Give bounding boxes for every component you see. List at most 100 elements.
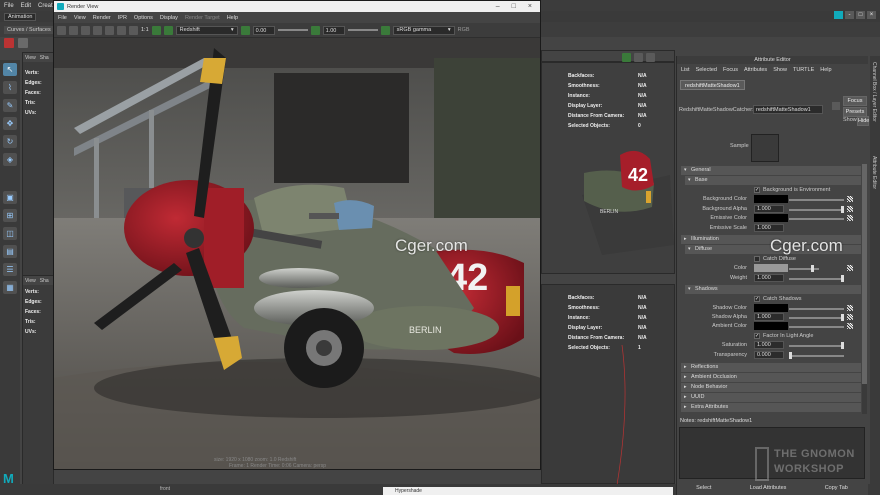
saturation-field[interactable]: 1.000 <box>754 341 784 349</box>
bg-alpha-map-icon[interactable] <box>847 206 853 212</box>
ae-menu-selected[interactable]: Selected <box>696 67 717 73</box>
ae-menu-help[interactable]: Help <box>820 67 831 73</box>
diffuse-color-swatch[interactable] <box>754 264 788 272</box>
refresh-icon[interactable] <box>105 25 114 35</box>
bg-alpha-field[interactable]: 1.000 <box>754 205 784 213</box>
focus-icon[interactable] <box>832 102 840 110</box>
shadow-alpha-slider[interactable] <box>789 314 844 321</box>
viewport-top-right[interactable]: Backfaces: N/A Smoothness: N/A Instance: N/… <box>541 62 675 274</box>
render-region-icon[interactable] <box>69 25 78 35</box>
bg-color-slider[interactable] <box>789 199 844 201</box>
vp-menu-shading[interactable]: Sha <box>40 55 49 61</box>
ambient-color-swatch[interactable] <box>754 322 788 330</box>
focus-button[interactable]: Focus <box>843 96 867 106</box>
shelf-tab-curves[interactable]: Curves / Surfaces <box>4 25 54 34</box>
bg-alpha-slider[interactable] <box>789 206 844 213</box>
ratio-label[interactable]: 1:1 <box>141 27 149 33</box>
viewport-top-left[interactable]: View Sha Verts: Edges: Faces: Tris: UVs: <box>22 52 54 277</box>
section-extra-attributes[interactable]: Extra Attributes <box>681 403 861 412</box>
select-tool-icon[interactable]: ↖ <box>3 63 17 76</box>
viewport-bottom-right[interactable]: Backfaces: N/A Smoothness: N/A Instance: N/… <box>541 284 675 485</box>
layout-side-icon[interactable]: ▤ <box>3 245 17 258</box>
diffuse-color-map-icon[interactable] <box>847 265 853 271</box>
slider-knob[interactable] <box>789 352 792 359</box>
section-shadows[interactable]: Shadows <box>685 285 861 294</box>
section-general[interactable]: General <box>681 166 861 175</box>
attribute-editor-scrollbar[interactable] <box>862 164 867 414</box>
render-view-titlebar[interactable]: Render View – □ × <box>54 1 540 12</box>
ae-menu-attributes[interactable]: Attributes <box>744 67 767 73</box>
bg-color-swatch[interactable] <box>754 195 788 203</box>
layout-four-icon[interactable]: ⊞ <box>3 209 17 222</box>
layout-stack-icon[interactable]: ☰ <box>3 263 17 276</box>
scrollbar-thumb[interactable] <box>862 164 867 384</box>
diffuse-weight-slider[interactable] <box>789 275 844 282</box>
snapshot-icon[interactable] <box>81 25 90 35</box>
section-node-behavior[interactable]: Node Behavior <box>681 383 861 392</box>
scale-tool-icon[interactable]: ◈ <box>3 153 17 166</box>
close-button[interactable]: × <box>867 11 876 19</box>
emissive-scale-field[interactable]: 1.000 <box>754 224 784 232</box>
diffuse-weight-field[interactable]: 1.000 <box>754 274 784 282</box>
rv-menu-render-target[interactable]: Render Target <box>185 15 220 21</box>
exposure-slider[interactable] <box>277 29 308 31</box>
slider-knob[interactable] <box>841 314 844 321</box>
rv-menu-display[interactable]: Display <box>160 15 178 21</box>
ambient-color-map-icon[interactable] <box>847 323 853 329</box>
maya-icon-button[interactable] <box>834 11 843 19</box>
color-management-icon[interactable] <box>380 25 390 35</box>
transparency-slider[interactable] <box>789 352 844 359</box>
exposure-icon[interactable] <box>240 25 250 35</box>
slider-knob[interactable] <box>841 206 844 213</box>
emissive-color-swatch[interactable] <box>754 214 788 222</box>
gamma-field[interactable]: 1.00 <box>322 25 345 35</box>
gamma-slider[interactable] <box>347 29 378 31</box>
view-transform-dropdown[interactable]: sRGB gamma ▾ <box>392 25 455 35</box>
paint-tool-icon[interactable]: ✎ <box>3 99 17 112</box>
lasso-tool-icon[interactable]: ⌇ <box>3 81 17 94</box>
move-tool-icon[interactable]: ✥ <box>3 117 17 130</box>
factor-light-angle-checkbox[interactable]: ✓ <box>754 333 760 339</box>
ae-menu-show[interactable]: Show <box>773 67 787 73</box>
emissive-color-map-icon[interactable] <box>847 215 853 221</box>
section-uuid[interactable]: UUID <box>681 393 861 402</box>
ae-menu-turtle[interactable]: TURTLE <box>793 67 814 73</box>
renderer-dropdown[interactable]: Redshift ▾ <box>175 25 238 35</box>
side-tab-channel-box[interactable]: Channel Box / Layer Editor <box>871 62 877 122</box>
layout-outliner-icon[interactable]: ▦ <box>3 281 17 294</box>
shelf-icon[interactable] <box>18 38 28 48</box>
emissive-color-slider[interactable] <box>789 218 844 220</box>
vp-menu-shading[interactable]: Sha <box>40 278 49 284</box>
shadow-color-swatch[interactable] <box>754 304 788 312</box>
ipr-icon[interactable] <box>93 25 102 35</box>
section-base[interactable]: Base <box>685 176 861 185</box>
rv-menu-view[interactable]: View <box>74 15 86 21</box>
catch-diffuse-checkbox[interactable] <box>754 256 760 262</box>
layout-two-icon[interactable]: ◫ <box>3 227 17 240</box>
close-icon[interactable]: × <box>528 3 532 10</box>
diffuse-color-slider[interactable] <box>789 265 819 272</box>
select-button[interactable]: Select <box>696 485 711 491</box>
keep-image-icon[interactable] <box>117 25 126 35</box>
alpha-channel-icon[interactable] <box>163 25 173 35</box>
slider-knob[interactable] <box>841 275 844 282</box>
transparency-field[interactable]: 0.000 <box>754 351 784 359</box>
minimize-button[interactable]: - <box>845 11 854 19</box>
hide-button[interactable]: Hide <box>857 116 869 126</box>
mode-dropdown[interactable]: Animation <box>4 12 37 21</box>
saturation-slider[interactable] <box>789 342 844 349</box>
rv-menu-render[interactable]: Render <box>93 15 111 21</box>
rv-menu-help[interactable]: Help <box>227 15 238 21</box>
menu-edit[interactable]: Edit <box>21 3 31 9</box>
maximize-icon[interactable]: □ <box>512 3 516 10</box>
bg-environment-checkbox[interactable]: ✓ <box>754 187 760 193</box>
toolbar-icon[interactable] <box>622 53 631 62</box>
hypershade-window[interactable]: Hypershade <box>383 487 673 495</box>
rotate-tool-icon[interactable]: ↻ <box>3 135 17 148</box>
catch-shadows-checkbox[interactable]: ✓ <box>754 296 760 302</box>
vp-menu-view[interactable]: View <box>25 55 36 61</box>
toolbar-icon[interactable] <box>646 53 655 62</box>
viewport-bottom-left[interactable]: View Sha Verts: Edges: Faces: Tris: UVs: <box>22 275 54 485</box>
maximize-button[interactable]: □ <box>856 11 865 19</box>
rv-menu-file[interactable]: File <box>58 15 67 21</box>
